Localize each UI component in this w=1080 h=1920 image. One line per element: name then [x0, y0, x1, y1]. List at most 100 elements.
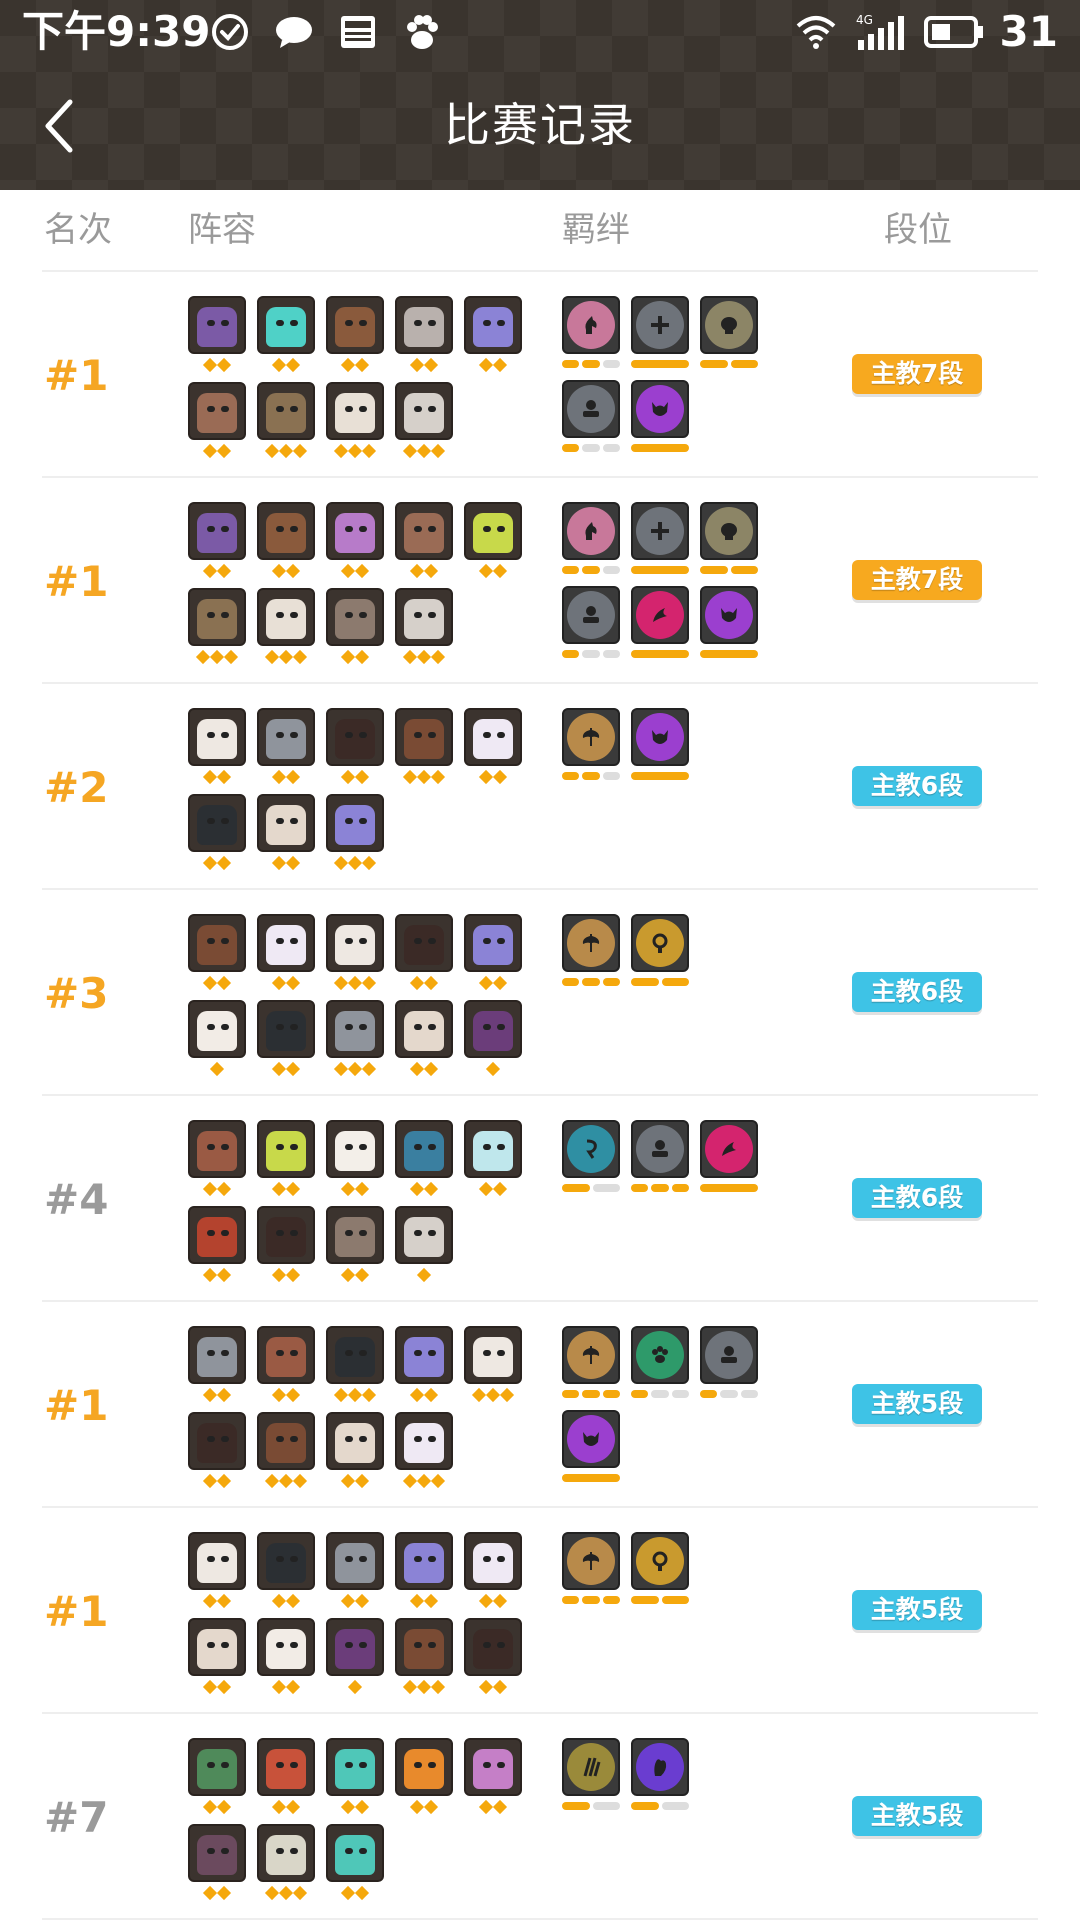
hero-unit[interactable] [257, 296, 315, 382]
bond-item[interactable] [631, 502, 689, 586]
hero-unit[interactable] [188, 1738, 246, 1824]
hero-unit[interactable] [395, 1206, 453, 1292]
hero-unit[interactable] [257, 1532, 315, 1618]
bond-item[interactable] [700, 502, 758, 586]
bond-item[interactable] [631, 914, 689, 998]
hero-unit[interactable] [326, 1618, 384, 1704]
bond-item[interactable] [562, 1410, 620, 1494]
bond-item[interactable] [700, 586, 758, 670]
match-list[interactable]: #1 主教7段 #1 主教7段 #2 主教6段 #3 主教6段 #4 主教6段 #1 主教5段 #1 主教… [0, 272, 1080, 1920]
hero-unit[interactable] [257, 1738, 315, 1824]
hero-unit[interactable] [464, 914, 522, 1000]
hero-unit[interactable] [464, 708, 522, 794]
hero-unit[interactable] [395, 708, 453, 794]
bond-item[interactable] [562, 586, 620, 670]
hero-unit[interactable] [326, 1412, 384, 1498]
hero-unit[interactable] [257, 1206, 315, 1292]
hero-unit[interactable] [188, 1120, 246, 1206]
hero-unit[interactable] [257, 502, 315, 588]
hero-unit[interactable] [326, 502, 384, 588]
hero-unit[interactable] [464, 1000, 522, 1086]
hero-unit[interactable] [395, 1120, 453, 1206]
hero-unit[interactable] [257, 794, 315, 880]
hero-unit[interactable] [188, 296, 246, 382]
match-row[interactable]: #1 主教5段 [42, 1508, 1038, 1714]
hero-unit[interactable] [188, 1206, 246, 1292]
match-row[interactable]: #4 主教6段 [42, 1096, 1038, 1302]
hero-unit[interactable] [464, 1618, 522, 1704]
bond-item[interactable] [631, 296, 689, 380]
hero-unit[interactable] [326, 1206, 384, 1292]
hero-unit[interactable] [188, 1000, 246, 1086]
bond-item[interactable] [631, 380, 689, 464]
hero-unit[interactable] [395, 1738, 453, 1824]
hero-unit[interactable] [395, 588, 453, 674]
hero-unit[interactable] [326, 296, 384, 382]
hero-unit[interactable] [188, 708, 246, 794]
hero-unit[interactable] [257, 914, 315, 1000]
hero-unit[interactable] [188, 588, 246, 674]
hero-unit[interactable] [326, 1326, 384, 1412]
hero-unit[interactable] [395, 1532, 453, 1618]
hero-unit[interactable] [188, 1326, 246, 1412]
hero-unit[interactable] [326, 1120, 384, 1206]
hero-unit[interactable] [326, 708, 384, 794]
bond-item[interactable] [631, 1120, 689, 1204]
hero-unit[interactable] [188, 1618, 246, 1704]
hero-unit[interactable] [326, 914, 384, 1000]
hero-unit[interactable] [326, 794, 384, 880]
hero-unit[interactable] [257, 1000, 315, 1086]
hero-unit[interactable] [188, 1532, 246, 1618]
bond-item[interactable] [631, 1326, 689, 1410]
hero-unit[interactable] [395, 296, 453, 382]
hero-unit[interactable] [326, 1824, 384, 1910]
hero-unit[interactable] [464, 1120, 522, 1206]
hero-unit[interactable] [257, 1326, 315, 1412]
hero-unit[interactable] [395, 1412, 453, 1498]
hero-unit[interactable] [188, 914, 246, 1000]
match-row[interactable]: #2 主教6段 [42, 684, 1038, 890]
hero-unit[interactable] [326, 588, 384, 674]
bond-item[interactable] [562, 708, 620, 792]
hero-unit[interactable] [188, 502, 246, 588]
hero-unit[interactable] [464, 502, 522, 588]
match-row[interactable]: #3 主教6段 [42, 890, 1038, 1096]
hero-unit[interactable] [395, 382, 453, 468]
match-row[interactable]: #1 主教7段 [42, 272, 1038, 478]
hero-unit[interactable] [395, 1326, 453, 1412]
hero-unit[interactable] [257, 1120, 315, 1206]
match-row[interactable]: #7 主教5段 [42, 1714, 1038, 1920]
hero-unit[interactable] [188, 382, 246, 468]
hero-unit[interactable] [464, 296, 522, 382]
hero-unit[interactable] [257, 1412, 315, 1498]
bond-item[interactable] [562, 1120, 620, 1204]
bond-item[interactable] [562, 380, 620, 464]
hero-unit[interactable] [395, 502, 453, 588]
hero-unit[interactable] [257, 1618, 315, 1704]
match-row[interactable]: #1 主教7段 [42, 478, 1038, 684]
hero-unit[interactable] [395, 1618, 453, 1704]
bond-item[interactable] [562, 1532, 620, 1616]
hero-unit[interactable] [188, 794, 246, 880]
hero-unit[interactable] [257, 382, 315, 468]
bond-item[interactable] [631, 1738, 689, 1822]
bond-item[interactable] [631, 586, 689, 670]
bond-item[interactable] [700, 296, 758, 380]
bond-item[interactable] [700, 1326, 758, 1410]
bond-item[interactable] [562, 1738, 620, 1822]
match-row[interactable]: #1 主教5段 [42, 1302, 1038, 1508]
bond-item[interactable] [562, 296, 620, 380]
hero-unit[interactable] [188, 1824, 246, 1910]
hero-unit[interactable] [395, 1000, 453, 1086]
bond-item[interactable] [700, 1120, 758, 1204]
bond-item[interactable] [562, 914, 620, 998]
hero-unit[interactable] [257, 708, 315, 794]
hero-unit[interactable] [257, 588, 315, 674]
hero-unit[interactable] [326, 382, 384, 468]
hero-unit[interactable] [464, 1532, 522, 1618]
hero-unit[interactable] [326, 1738, 384, 1824]
bond-item[interactable] [562, 1326, 620, 1410]
hero-unit[interactable] [326, 1532, 384, 1618]
hero-unit[interactable] [326, 1000, 384, 1086]
bond-item[interactable] [631, 708, 689, 792]
